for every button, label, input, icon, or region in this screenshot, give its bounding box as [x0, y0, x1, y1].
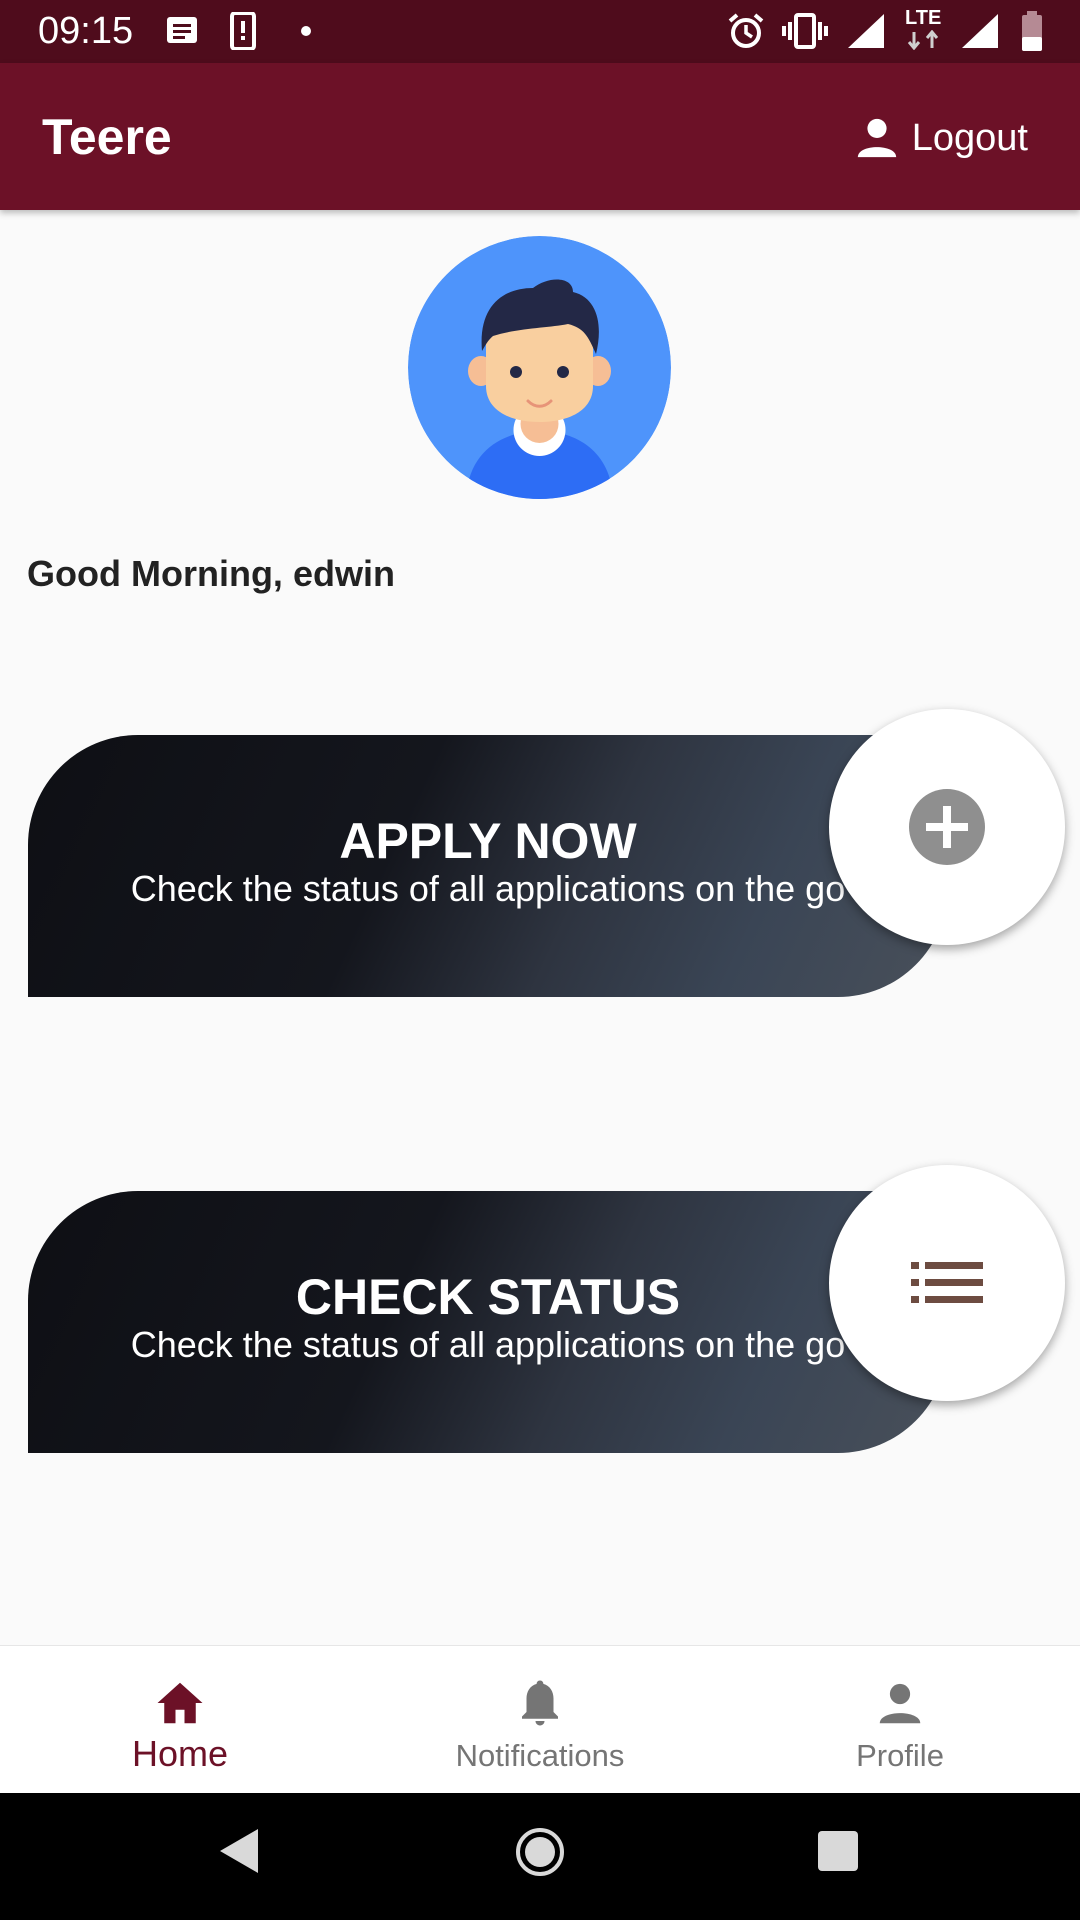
- nav-item-profile[interactable]: Profile: [720, 1646, 1080, 1794]
- avatar: [408, 236, 671, 499]
- dot-icon: [301, 26, 311, 36]
- status-bar: 09:15 LTE: [0, 0, 1080, 63]
- recents-icon[interactable]: [817, 1830, 859, 1872]
- card-subtitle: Check the status of all applications on …: [130, 868, 846, 909]
- signal-icon: [848, 14, 884, 48]
- app-bar: Teere Logout: [0, 63, 1080, 210]
- data-arrows-icon: [907, 30, 939, 50]
- phone-alert-icon: [230, 12, 256, 50]
- app-title: Teere: [42, 109, 172, 165]
- alarm-icon: [728, 13, 764, 48]
- person-icon: [879, 1683, 921, 1724]
- apply-now-fab[interactable]: [829, 709, 1065, 945]
- check-status-card[interactable]: CHECK STATUS Check the status of all app…: [28, 1191, 948, 1453]
- bell-icon: [522, 1680, 558, 1726]
- system-navigation-bar: [0, 1793, 1080, 1920]
- vibrate-icon: [782, 13, 828, 49]
- logout-label: Logout: [911, 117, 1028, 159]
- nav-label: Profile: [856, 1738, 944, 1773]
- person-icon: [857, 118, 896, 158]
- card-title: CHECK STATUS: [295, 1269, 681, 1325]
- nav-item-notifications[interactable]: Notifications: [360, 1646, 720, 1794]
- apply-now-card[interactable]: APPLY NOW Check the status of all applic…: [28, 735, 948, 997]
- bottom-navigation: Home Notifications Profile: [0, 1645, 1080, 1793]
- battery-icon: [1022, 11, 1042, 51]
- lte-label: LTE: [905, 7, 942, 29]
- add-circle-icon: [909, 789, 985, 865]
- message-icon: [167, 17, 197, 43]
- logout-button[interactable]: Logout: [854, 113, 1028, 163]
- back-icon[interactable]: [218, 1827, 260, 1875]
- nav-label: Home: [131, 1733, 229, 1774]
- signal-icon: [962, 14, 998, 48]
- check-status-fab[interactable]: [829, 1165, 1065, 1401]
- list-icon: [911, 1262, 983, 1303]
- home-circle-icon[interactable]: [515, 1827, 565, 1877]
- app-screen: 09:15 LTE Teere Logout Good Morning, edw…: [0, 0, 1080, 1920]
- status-time: 09:15: [38, 10, 134, 52]
- card-subtitle: Check the status of all applications on …: [130, 1324, 846, 1365]
- nav-item-home[interactable]: Home: [0, 1646, 360, 1794]
- greeting-text: Good Morning, edwin: [27, 553, 395, 594]
- home-icon: [157, 1682, 203, 1724]
- nav-label: Notifications: [455, 1738, 625, 1773]
- card-title: APPLY NOW: [339, 813, 637, 869]
